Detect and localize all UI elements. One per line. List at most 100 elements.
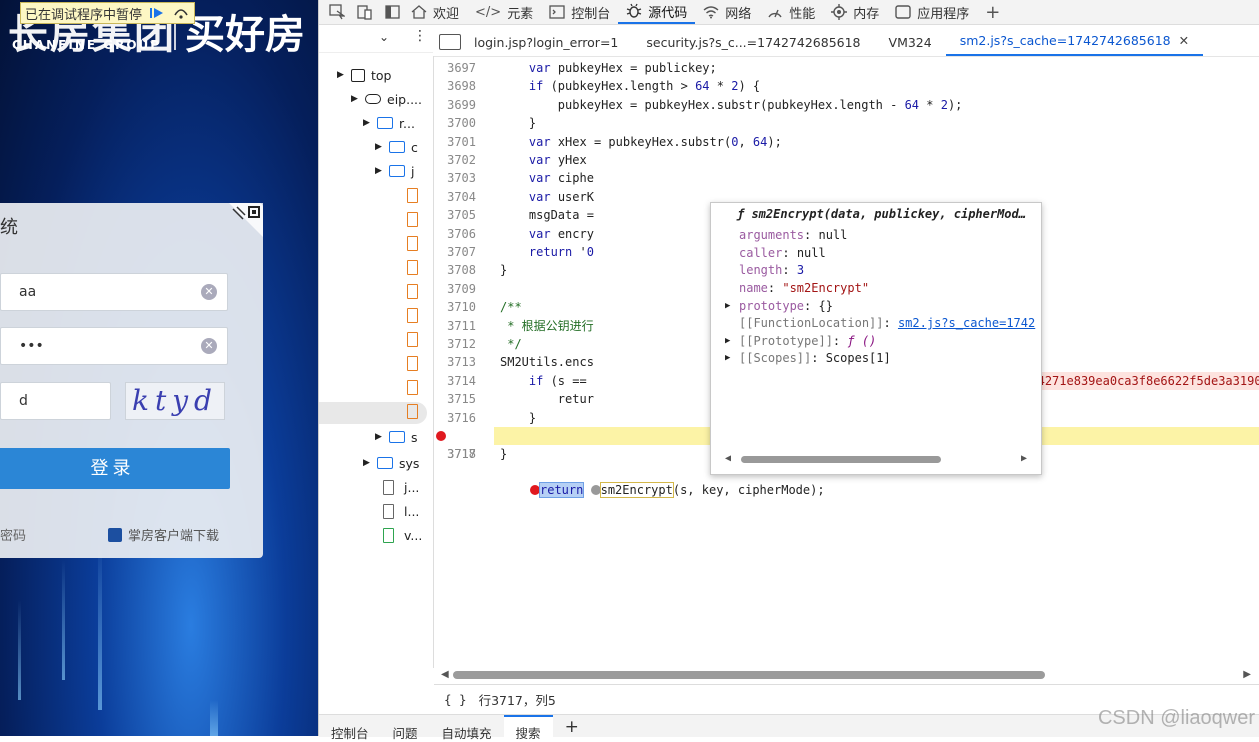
step-over-button[interactable] [172, 5, 190, 21]
line-number[interactable]: 3700 [434, 114, 476, 132]
tree-item-file[interactable] [403, 256, 418, 278]
password-field[interactable]: ••• ✕ [0, 327, 228, 365]
clear-username-icon[interactable]: ✕ [201, 284, 217, 300]
tree-item-file[interactable] [403, 208, 418, 230]
scroll-right-icon[interactable]: ▶ [1243, 669, 1251, 680]
drawer-tab-autofill[interactable]: 自动填充 [430, 715, 504, 741]
line-number[interactable]: 3712 [434, 335, 476, 353]
inline-breakpoint-icon[interactable] [530, 485, 540, 495]
scroll-right-icon[interactable]: ▶ [1021, 453, 1027, 464]
drawer-tab-issues[interactable]: 问题 [381, 715, 430, 741]
code-line[interactable]: 3702 var yHex [434, 151, 1259, 169]
tab-sources[interactable]: 源代码 [618, 0, 696, 24]
line-number[interactable]: 3710 [434, 298, 476, 316]
line-number[interactable]: 3703 [434, 169, 476, 187]
code-line[interactable]: 3701 var xHex = pubkeyHex.substr(0, 64); [434, 133, 1259, 151]
inline-breakpoint-inactive-icon[interactable] [590, 485, 601, 495]
function-location-link[interactable]: sm2.js?s_cache=1742 [898, 316, 1035, 330]
code-line[interactable]: 3700 } [434, 114, 1259, 132]
app-download-link[interactable]: 掌房客户端下载 [108, 525, 219, 544]
file-tab-login-jsp[interactable]: login.jsp?login_error=1 [460, 31, 632, 56]
dock-side-button[interactable] [383, 2, 403, 22]
tree-item-folder[interactable]: ▶ s [375, 426, 418, 448]
more-options-icon[interactable]: ⋮ [413, 28, 427, 44]
code-editor[interactable]: 3697 var pubkeyHex = publickey; 3698 if (… [434, 56, 1259, 666]
line-number[interactable]: 3699 [434, 96, 476, 114]
tree-item-domain[interactable]: ▶ eip.... [351, 88, 422, 110]
tab-performance[interactable]: 性能 [759, 0, 823, 24]
username-field[interactable]: aa ✕ [0, 273, 228, 311]
scroll-left-icon[interactable]: ◀ [441, 669, 449, 680]
tree-item-file[interactable] [403, 376, 418, 398]
device-emulation-button[interactable] [355, 2, 375, 22]
inspect-element-button[interactable] [327, 2, 347, 22]
add-panel-button[interactable]: + [977, 0, 1008, 24]
more-tabs-chevron-icon[interactable]: ⌄ [379, 30, 389, 44]
tree-item-file[interactable] [403, 304, 418, 326]
expand-arrow-icon[interactable]: ▶ [725, 301, 730, 311]
file-tab-vm324[interactable]: VM324 [875, 31, 946, 56]
line-number[interactable]: 3708 [434, 261, 476, 279]
tree-item-folder[interactable]: ▶ r... [363, 112, 415, 134]
line-number[interactable]: 3701 [434, 133, 476, 151]
code-line[interactable]: 3703 var ciphe [434, 169, 1259, 187]
expand-arrow-icon[interactable]: ▶ [725, 353, 730, 363]
editor-horizontal-scrollbar[interactable]: ◀ ▶ [441, 669, 1251, 680]
popup-prop-scopes[interactable]: [[Scopes]]: Scopes[1] [739, 351, 891, 365]
scroll-left-icon[interactable]: ◀ [725, 453, 731, 464]
tab-application[interactable]: 应用程序 [887, 0, 977, 24]
close-tab-icon[interactable]: ✕ [1179, 33, 1189, 48]
tab-elements[interactable]: </> 元素 [467, 0, 541, 24]
forgot-password-link[interactable]: 密码 [0, 525, 26, 544]
sm2encrypt-call[interactable]: sm2Encrypt [599, 482, 674, 498]
tab-network[interactable]: 网络 [695, 0, 759, 24]
tab-memory[interactable]: 内存 [823, 0, 887, 24]
line-number[interactable]: 3711 [434, 317, 476, 335]
popup-prop-prototype[interactable]: prototype: {} [739, 299, 833, 313]
tree-item-folder[interactable]: ▶ c [375, 136, 418, 158]
login-button[interactable]: 登录 [0, 448, 230, 489]
line-number[interactable]: 3706 [434, 225, 476, 243]
qr-code-icon[interactable] [229, 203, 263, 237]
popup-prop-internal-prototype[interactable]: [[Prototype]]: ƒ () [739, 334, 876, 348]
line-number[interactable]: 3716 [434, 409, 476, 427]
tree-item-file[interactable]: l... [379, 500, 419, 522]
tab-welcome[interactable]: 欢迎 [403, 0, 467, 24]
tree-item-file[interactable]: j... [379, 476, 419, 498]
code-line[interactable]: 3699 pubkeyHex = pubkeyHex.substr(pubkey… [434, 96, 1259, 114]
tree-item-file[interactable] [403, 232, 418, 254]
code-line[interactable]: 3698 if (pubkeyHex.length > 64 * 2) { [434, 77, 1259, 95]
drawer-tab-search[interactable]: 搜索 [503, 715, 553, 741]
clear-password-icon[interactable]: ✕ [201, 338, 217, 354]
line-number[interactable]: 3705 [434, 206, 476, 224]
tree-item-file[interactable] [403, 184, 418, 206]
tree-item-file[interactable] [403, 328, 418, 350]
resume-button[interactable] [148, 5, 166, 21]
popup-horizontal-scrollbar[interactable]: ◀ ▶ [725, 453, 1027, 465]
scrollbar-thumb[interactable] [741, 456, 941, 463]
captcha-input[interactable]: d [0, 382, 111, 420]
pretty-print-button[interactable]: { } [444, 692, 467, 707]
expand-arrow-icon[interactable]: ▶ [725, 336, 730, 346]
tree-item-file[interactable] [403, 352, 418, 374]
tree-item-file[interactable]: v... [379, 524, 422, 546]
drawer-add-button[interactable]: + [553, 715, 591, 737]
tab-console[interactable]: 控制台 [541, 0, 618, 24]
line-number[interactable]: 3709 [434, 280, 476, 298]
line-number[interactable]: 3702 [434, 151, 476, 169]
tree-item-top[interactable]: ▶ top [337, 64, 391, 86]
tree-item-folder[interactable]: ▶ sys [363, 452, 419, 474]
file-tab-security-js[interactable]: security.js?s_c...=1742742685618 [632, 31, 874, 56]
drawer-tab-console[interactable]: 控制台 [319, 715, 381, 741]
breakpoint-icon[interactable] [436, 431, 446, 441]
tree-item-folder[interactable]: ▶ j [375, 160, 414, 182]
tree-item-file-selected[interactable] [403, 400, 418, 422]
scrollbar-thumb[interactable] [453, 671, 1045, 679]
file-tab-sm2-js[interactable]: sm2.js?s_cache=1742742685618 ✕ [945, 29, 1204, 56]
line-number[interactable]: 3698 [434, 77, 476, 95]
line-number[interactable]: 3707 [434, 243, 476, 261]
line-number[interactable]: 3697 [434, 59, 476, 77]
code-line[interactable]: 3697 var pubkeyHex = publickey; [434, 59, 1259, 77]
tree-item-file[interactable] [403, 280, 418, 302]
captcha-image[interactable]: ktyd [125, 382, 225, 420]
